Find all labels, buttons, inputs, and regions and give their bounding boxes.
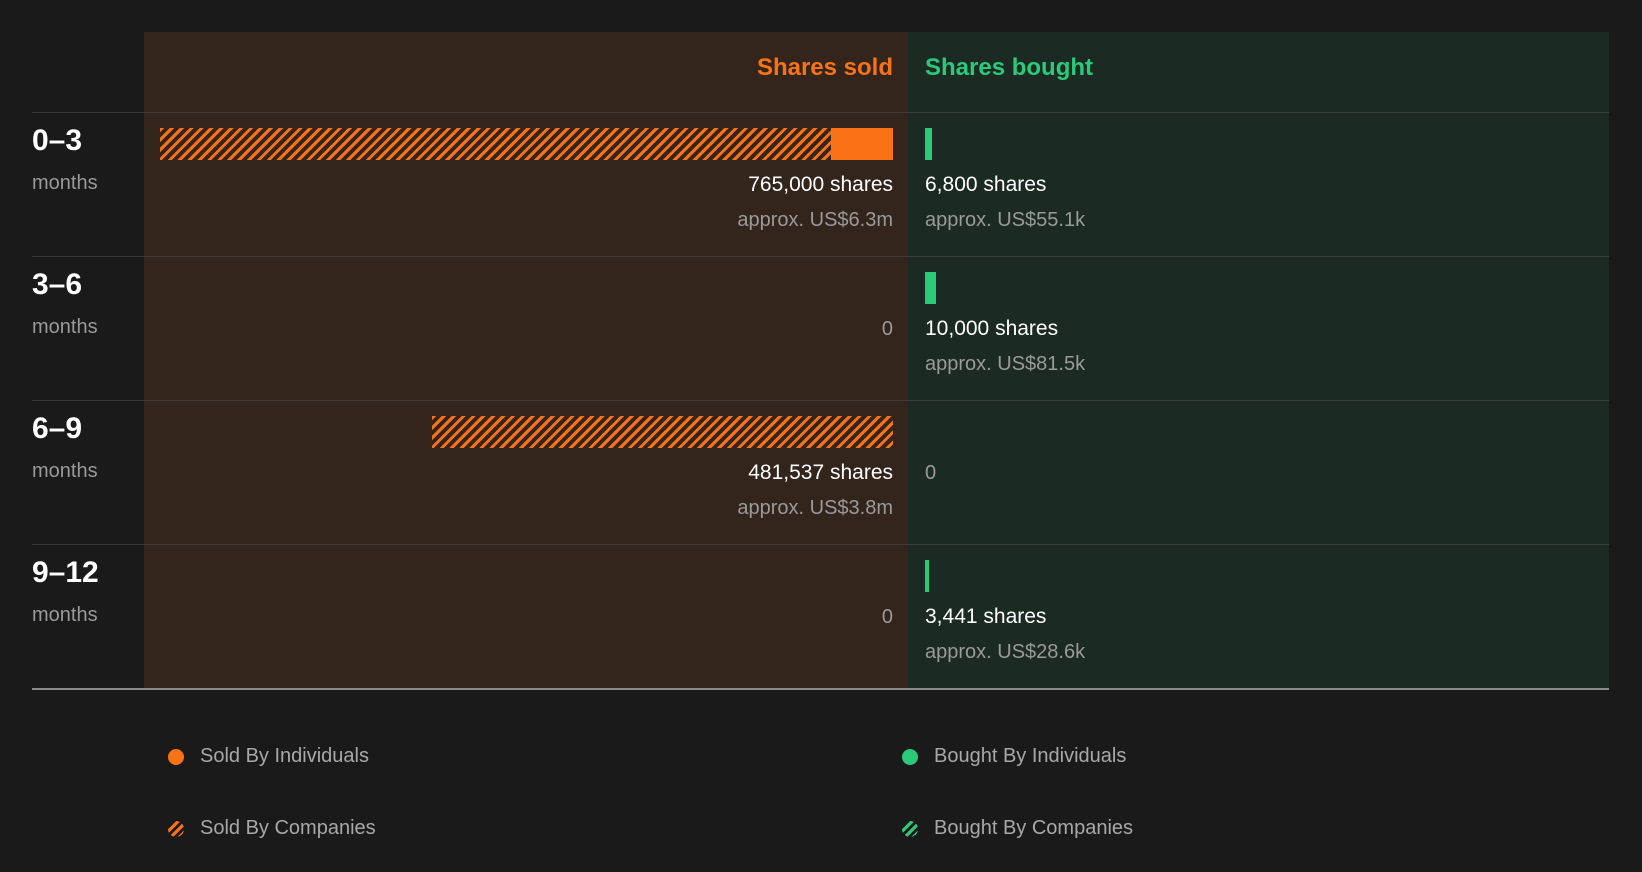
- legend-label: Sold By Individuals: [200, 745, 369, 767]
- sold-approx-value: approx. US$3.8m: [737, 497, 893, 519]
- sold-shares-label: 765,000 shares: [748, 173, 893, 196]
- row-range-label: 9–12: [32, 556, 99, 589]
- chart-bottom-axis: [32, 688, 1609, 690]
- bought-approx-value: approx. US$81.5k: [925, 353, 1086, 375]
- row-divider: [32, 400, 1609, 401]
- bar-sold-individuals: [830, 128, 893, 160]
- legend-label: Sold By Companies: [200, 817, 376, 839]
- bar-bought-individuals: [925, 560, 929, 592]
- legend-sold-companies: Sold By Companies: [168, 817, 376, 840]
- bought-shares-label: 3,441 shares: [925, 605, 1047, 628]
- bar-sold-companies: [160, 128, 831, 160]
- sold-zero-label: 0: [881, 606, 893, 628]
- row-unit-label: months: [32, 172, 98, 194]
- row-range-label: 0–3: [32, 124, 83, 157]
- bought-header: Shares bought: [925, 54, 1094, 81]
- legend-label: Bought By Individuals: [934, 745, 1127, 767]
- row-unit-label: months: [32, 604, 98, 626]
- row-unit-label: months: [32, 460, 98, 482]
- bought-approx-value: approx. US$28.6k: [925, 641, 1086, 663]
- bar-bought-individuals: [925, 128, 933, 160]
- sold-zero-label: 0: [881, 318, 893, 340]
- legend-hatched-orange-swatch: [168, 820, 184, 837]
- row-range-label: 6–9: [32, 412, 83, 445]
- legend-bought-companies: Bought By Companies: [902, 817, 1133, 840]
- bar-sold-companies: [431, 416, 893, 448]
- legend-solid-green-swatch: [902, 748, 918, 765]
- legend-hatched-green-swatch: [902, 820, 918, 837]
- header-divider: [32, 112, 1609, 113]
- row-unit-label: months: [32, 316, 98, 338]
- legend-label: Bought By Companies: [934, 817, 1134, 839]
- legend-bought-individuals: Bought By Individuals: [902, 745, 1126, 768]
- sold-shares-label: 481,537 shares: [748, 461, 893, 484]
- sold-approx-value: approx. US$6.3m: [737, 209, 893, 231]
- legend-sold-individuals: Sold By Individuals: [168, 745, 369, 768]
- bought-approx-value: approx. US$55.1k: [925, 209, 1086, 231]
- bar-bought-individuals: [925, 272, 936, 304]
- legend-solid-orange-swatch: [168, 748, 184, 765]
- sold-header: Shares sold: [756, 54, 893, 81]
- bought-shares-label: 10,000 shares: [925, 317, 1059, 340]
- bought-shares-label: 6,800 shares: [925, 173, 1047, 196]
- row-divider: [32, 544, 1609, 545]
- bought-zero-label: 0: [925, 462, 937, 484]
- row-divider: [32, 256, 1609, 257]
- insider-trading-chart: Shares sold Shares bought 0–3 months 765,0…: [0, 0, 1642, 872]
- row-range-label: 3–6: [32, 268, 83, 301]
